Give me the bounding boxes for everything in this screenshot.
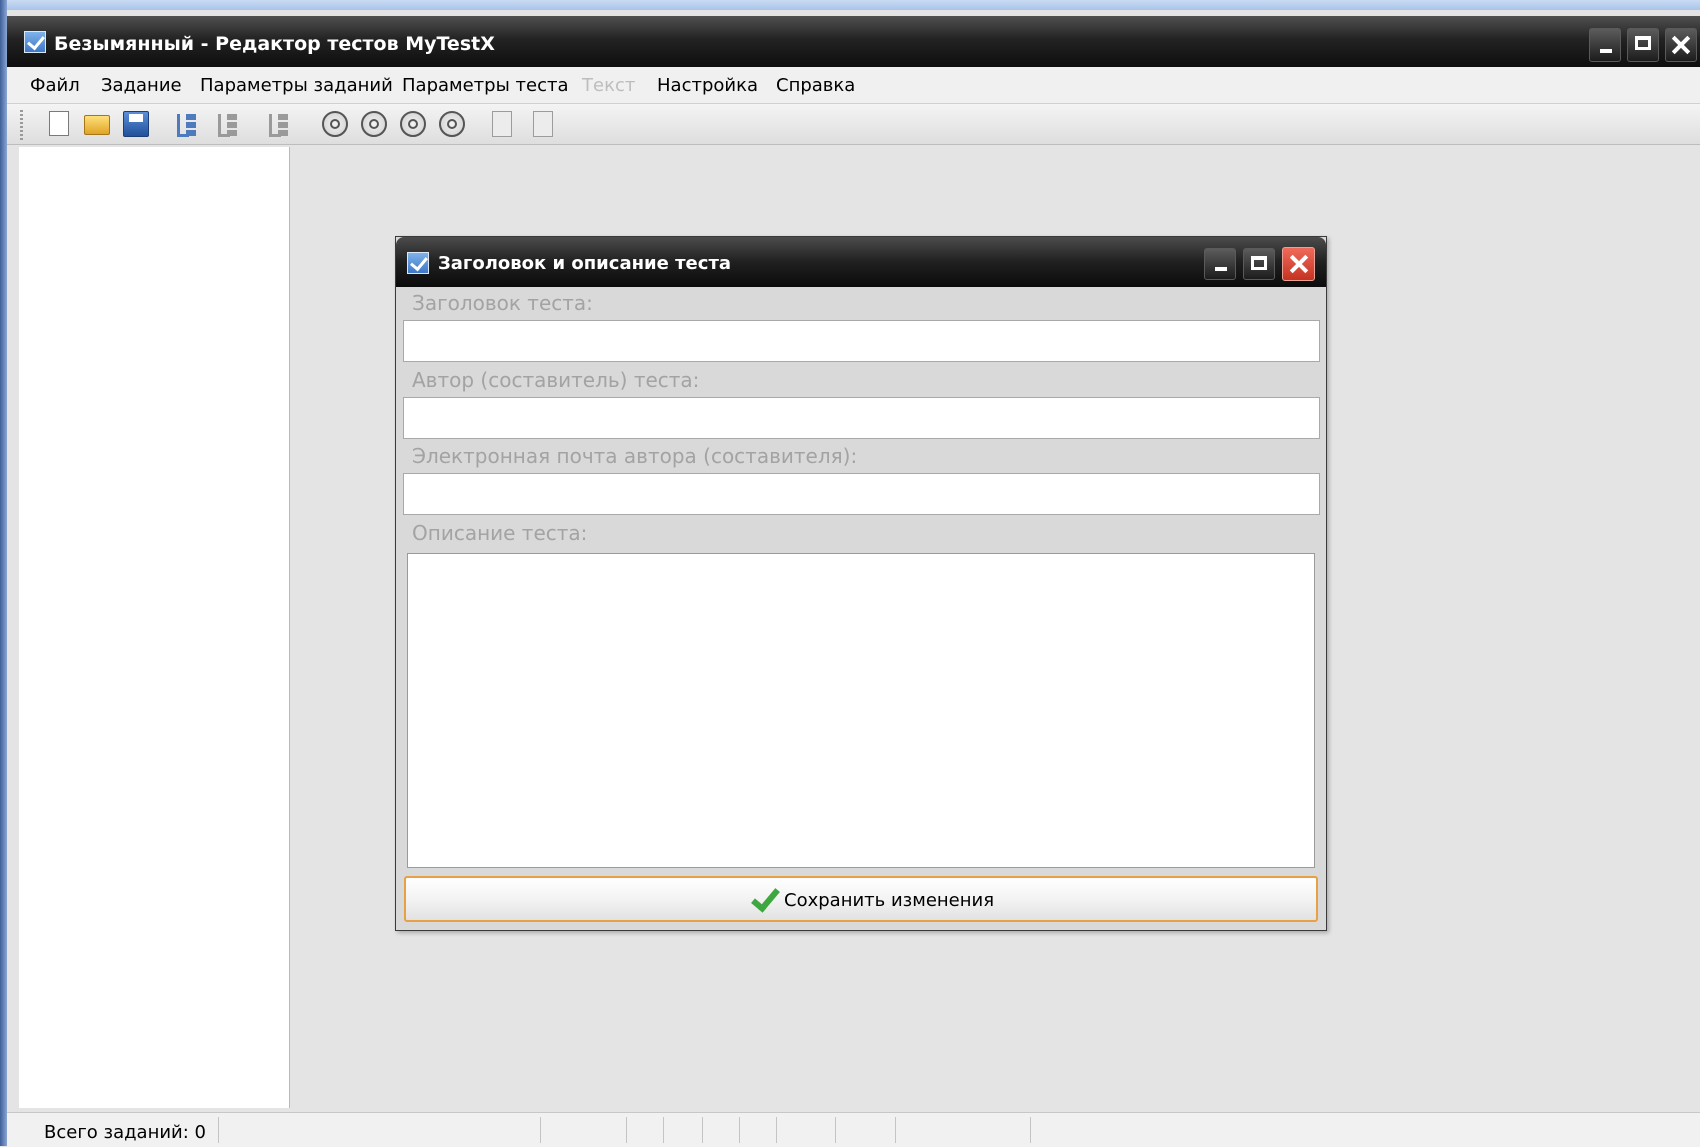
copy-icon[interactable] — [492, 111, 512, 137]
dialog-title: Заголовок и описание теста — [438, 253, 732, 274]
maximize-button[interactable] — [1627, 28, 1659, 62]
status-divider — [218, 1117, 219, 1143]
test-description-input[interactable] — [407, 553, 1315, 868]
test-author-input[interactable] — [403, 397, 1320, 439]
status-divider — [663, 1117, 664, 1143]
status-total-tasks: Всего заданий: 0 — [44, 1122, 206, 1143]
test-title-input[interactable] — [403, 320, 1320, 362]
dialog-minimize-button[interactable] — [1204, 248, 1236, 280]
status-bar — [7, 1112, 1700, 1147]
test-description-label: Описание теста: — [412, 521, 588, 545]
move-first-icon[interactable] — [400, 111, 426, 137]
status-divider — [835, 1117, 836, 1143]
status-divider — [776, 1117, 777, 1143]
dialog-maximize-button[interactable] — [1243, 248, 1275, 280]
status-divider — [739, 1117, 740, 1143]
toolbar-grip[interactable] — [20, 110, 23, 140]
minimize-button[interactable] — [1589, 28, 1621, 62]
test-title-label: Заголовок теста: — [412, 291, 593, 315]
move-down-icon[interactable] — [361, 111, 387, 137]
save-disk-icon[interactable] — [123, 111, 149, 137]
desktop-top-strip — [0, 0, 1700, 10]
status-divider — [540, 1117, 541, 1143]
app-check-icon — [24, 31, 46, 53]
author-email-input[interactable] — [403, 473, 1320, 515]
toolbar — [7, 104, 1700, 145]
move-last-icon[interactable] — [439, 111, 465, 137]
window-title: Безымянный - Редактор тестов MyTestX — [54, 33, 495, 55]
add-task-icon[interactable] — [174, 111, 200, 137]
delete-task-icon[interactable] — [215, 111, 241, 137]
task-order-icon[interactable] — [266, 111, 292, 137]
menu-task[interactable]: Задание — [101, 75, 182, 96]
new-file-icon[interactable] — [49, 111, 69, 136]
menu-text[interactable]: Текст — [582, 75, 635, 96]
task-list-panel[interactable] — [19, 147, 290, 1108]
menu-settings[interactable]: Настройка — [657, 75, 758, 96]
status-divider — [702, 1117, 703, 1143]
status-divider — [895, 1117, 896, 1143]
move-up-icon[interactable] — [322, 111, 348, 137]
menu-test-parameters[interactable]: Параметры теста — [402, 75, 569, 96]
menu-task-parameters[interactable]: Параметры заданий — [200, 75, 393, 96]
dialog-check-icon — [407, 252, 429, 274]
test-author-label: Автор (составитель) теста: — [412, 368, 700, 392]
desktop-left-strip — [0, 0, 7, 1146]
paste-icon[interactable] — [533, 111, 553, 137]
menu-file[interactable]: Файл — [30, 75, 80, 96]
status-divider — [626, 1117, 627, 1143]
status-divider — [1030, 1117, 1031, 1143]
menu-help[interactable]: Справка — [776, 75, 855, 96]
checkmark-icon — [750, 884, 776, 912]
save-changes-label: Сохранить изменения — [784, 890, 995, 911]
close-button[interactable] — [1665, 28, 1697, 62]
dialog-close-button[interactable] — [1282, 247, 1315, 281]
open-folder-icon[interactable] — [84, 115, 110, 135]
author-email-label: Электронная почта автора (составителя): — [412, 444, 858, 468]
